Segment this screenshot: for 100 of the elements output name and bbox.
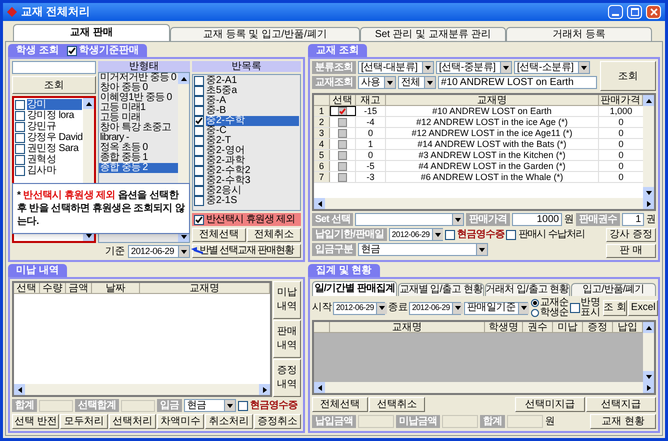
maximize-button[interactable] bbox=[627, 5, 642, 19]
date-picker[interactable]: 2012-06-29 bbox=[388, 228, 443, 241]
class-item[interactable]: 중2응시 bbox=[206, 186, 299, 196]
book-search-field[interactable]: #10 ANDREW LOST on Earth bbox=[438, 76, 597, 89]
selected-total-field[interactable] bbox=[121, 400, 155, 412]
class-item[interactable]: 중2-수학 bbox=[206, 116, 299, 126]
student-item[interactable]: 권민정 Sara bbox=[27, 143, 82, 154]
class-item[interactable]: 중2-T bbox=[206, 136, 299, 146]
radio-button[interactable] bbox=[531, 309, 539, 317]
tab[interactable]: 거래처 입/출고 현황 bbox=[484, 283, 570, 296]
history-button[interactable]: 판매 내역 bbox=[273, 320, 301, 358]
row-checkbox[interactable] bbox=[338, 150, 347, 160]
checkbox[interactable] bbox=[194, 136, 204, 146]
tab[interactable]: 교재별 입/출고 현황 bbox=[398, 283, 484, 296]
class-item[interactable]: 중2-수학2 bbox=[206, 166, 299, 176]
checkbox[interactable] bbox=[194, 146, 204, 156]
class-type-item[interactable]: 고등 미래1 bbox=[99, 103, 178, 113]
vertical-scrollbar[interactable] bbox=[643, 322, 654, 382]
student-item[interactable]: 김사마 bbox=[27, 165, 82, 176]
checkbox[interactable] bbox=[570, 303, 580, 313]
checkbox[interactable] bbox=[15, 110, 25, 120]
checkbox[interactable] bbox=[194, 106, 204, 116]
tab[interactable]: 거래처 등록 bbox=[506, 27, 652, 41]
total-field[interactable] bbox=[39, 400, 73, 412]
checkbox[interactable] bbox=[194, 166, 204, 176]
row-checkbox[interactable] bbox=[338, 162, 347, 170]
row-checkbox[interactable] bbox=[338, 118, 347, 126]
quantity-field[interactable]: 1 bbox=[622, 213, 644, 226]
checkbox[interactable] bbox=[444, 230, 455, 240]
checkbox[interactable] bbox=[194, 176, 204, 186]
date-picker[interactable]: 2012-06-29 bbox=[128, 245, 190, 258]
row-checkbox[interactable] bbox=[338, 128, 347, 138]
row-checkbox[interactable] bbox=[338, 106, 347, 116]
checkbox[interactable] bbox=[15, 100, 25, 110]
tab[interactable]: 일/기간별 판매집계 bbox=[312, 281, 398, 296]
tab[interactable]: Set 관리 및 교재분류 관리 bbox=[360, 27, 506, 41]
total-field[interactable] bbox=[507, 415, 543, 428]
history-button[interactable]: 증정 내역 bbox=[273, 359, 301, 397]
gift-button[interactable]: 강사 증정 bbox=[606, 228, 656, 242]
class-item[interactable]: 중2-1S bbox=[206, 196, 299, 206]
class-item[interactable]: 중2-과학 bbox=[206, 156, 299, 166]
date-picker[interactable]: 2012-06-29 bbox=[409, 302, 461, 314]
tab[interactable]: 입고/반품/폐기 bbox=[570, 283, 656, 296]
checkbox[interactable] bbox=[506, 230, 516, 240]
class-type-item[interactable]: 이혜영1반 중등 0 bbox=[99, 93, 178, 103]
student-item[interactable]: 강정우 David bbox=[27, 132, 83, 143]
class-type-item[interactable]: 미거저거반 중등 0 bbox=[99, 73, 178, 83]
tab[interactable]: 교재 판매 bbox=[13, 24, 170, 41]
paid-amount-field[interactable] bbox=[358, 415, 394, 428]
action-button[interactable]: 선택취소 bbox=[369, 397, 425, 412]
action-button[interactable]: 선택처리 bbox=[108, 414, 156, 429]
checkbox[interactable] bbox=[194, 96, 204, 106]
student-item[interactable]: 강미정 lora bbox=[27, 110, 82, 121]
checkbox[interactable] bbox=[15, 154, 25, 164]
dropdown[interactable]: 현금 bbox=[358, 243, 488, 256]
checkbox[interactable] bbox=[15, 166, 25, 176]
row-checkbox[interactable] bbox=[338, 172, 347, 182]
checkbox[interactable] bbox=[194, 76, 204, 86]
search-button[interactable]: 조 회 bbox=[602, 300, 628, 316]
class-item[interactable]: 중-C bbox=[206, 126, 299, 136]
student-item[interactable]: 강민규 bbox=[27, 121, 82, 132]
checkbox[interactable] bbox=[194, 196, 204, 206]
dropdown[interactable]: 판매일기준 bbox=[464, 302, 528, 314]
checkbox[interactable] bbox=[15, 144, 25, 154]
checkbox[interactable] bbox=[66, 46, 77, 56]
dropdown[interactable]: [선택-대분류] bbox=[358, 61, 434, 74]
class-type-item[interactable]: 종합 중등 2 bbox=[99, 163, 178, 173]
horizontal-scrollbar[interactable] bbox=[314, 198, 654, 209]
dropdown[interactable]: [선택-소분류] bbox=[514, 61, 590, 74]
search-field[interactable] bbox=[12, 61, 96, 74]
checkbox[interactable] bbox=[194, 214, 204, 224]
student-item[interactable]: 권혁성 bbox=[27, 154, 82, 165]
action-button[interactable]: 전체선택 bbox=[312, 397, 368, 412]
class-item[interactable]: 중-B bbox=[206, 106, 299, 116]
dropdown[interactable]: 전체 bbox=[398, 76, 436, 89]
checkbox[interactable] bbox=[194, 186, 204, 196]
checkbox[interactable] bbox=[194, 86, 204, 96]
dropdown[interactable]: 현금 bbox=[184, 399, 236, 412]
class-item[interactable]: 중-A bbox=[206, 96, 299, 106]
checkbox[interactable] bbox=[238, 400, 248, 410]
select-all-button[interactable]: 전체선택 bbox=[192, 228, 246, 242]
horizontal-scrollbar[interactable] bbox=[14, 384, 270, 395]
checkbox[interactable] bbox=[194, 116, 204, 126]
action-button[interactable]: 모두처리 bbox=[60, 414, 108, 429]
search-button[interactable]: 조회 bbox=[600, 61, 656, 91]
tab[interactable]: 교재 등록 및 입고/반품/폐기 bbox=[170, 27, 360, 41]
book-status-button[interactable]: 교재 현황 bbox=[590, 414, 656, 429]
unpaid-amount-field[interactable] bbox=[442, 415, 478, 428]
action-button[interactable]: 차액미수 bbox=[156, 414, 204, 429]
excel-button[interactable]: Excel bbox=[628, 300, 658, 316]
checkbox[interactable] bbox=[15, 122, 25, 132]
class-sales-button[interactable]: 반별 선택교재 판매현황 bbox=[192, 244, 301, 258]
class-type-item[interactable]: 창아 중등 0 bbox=[99, 83, 178, 93]
class-type-item[interactable]: 고등 미래 bbox=[99, 113, 178, 123]
radio-button[interactable] bbox=[531, 299, 539, 307]
clear-all-button[interactable]: 전체취소 bbox=[247, 228, 301, 242]
row-checkbox[interactable] bbox=[338, 140, 347, 148]
class-type-item[interactable]: library - bbox=[99, 133, 178, 143]
history-button[interactable]: 미납 내역 bbox=[273, 281, 301, 319]
horizontal-scrollbar[interactable] bbox=[314, 382, 654, 393]
